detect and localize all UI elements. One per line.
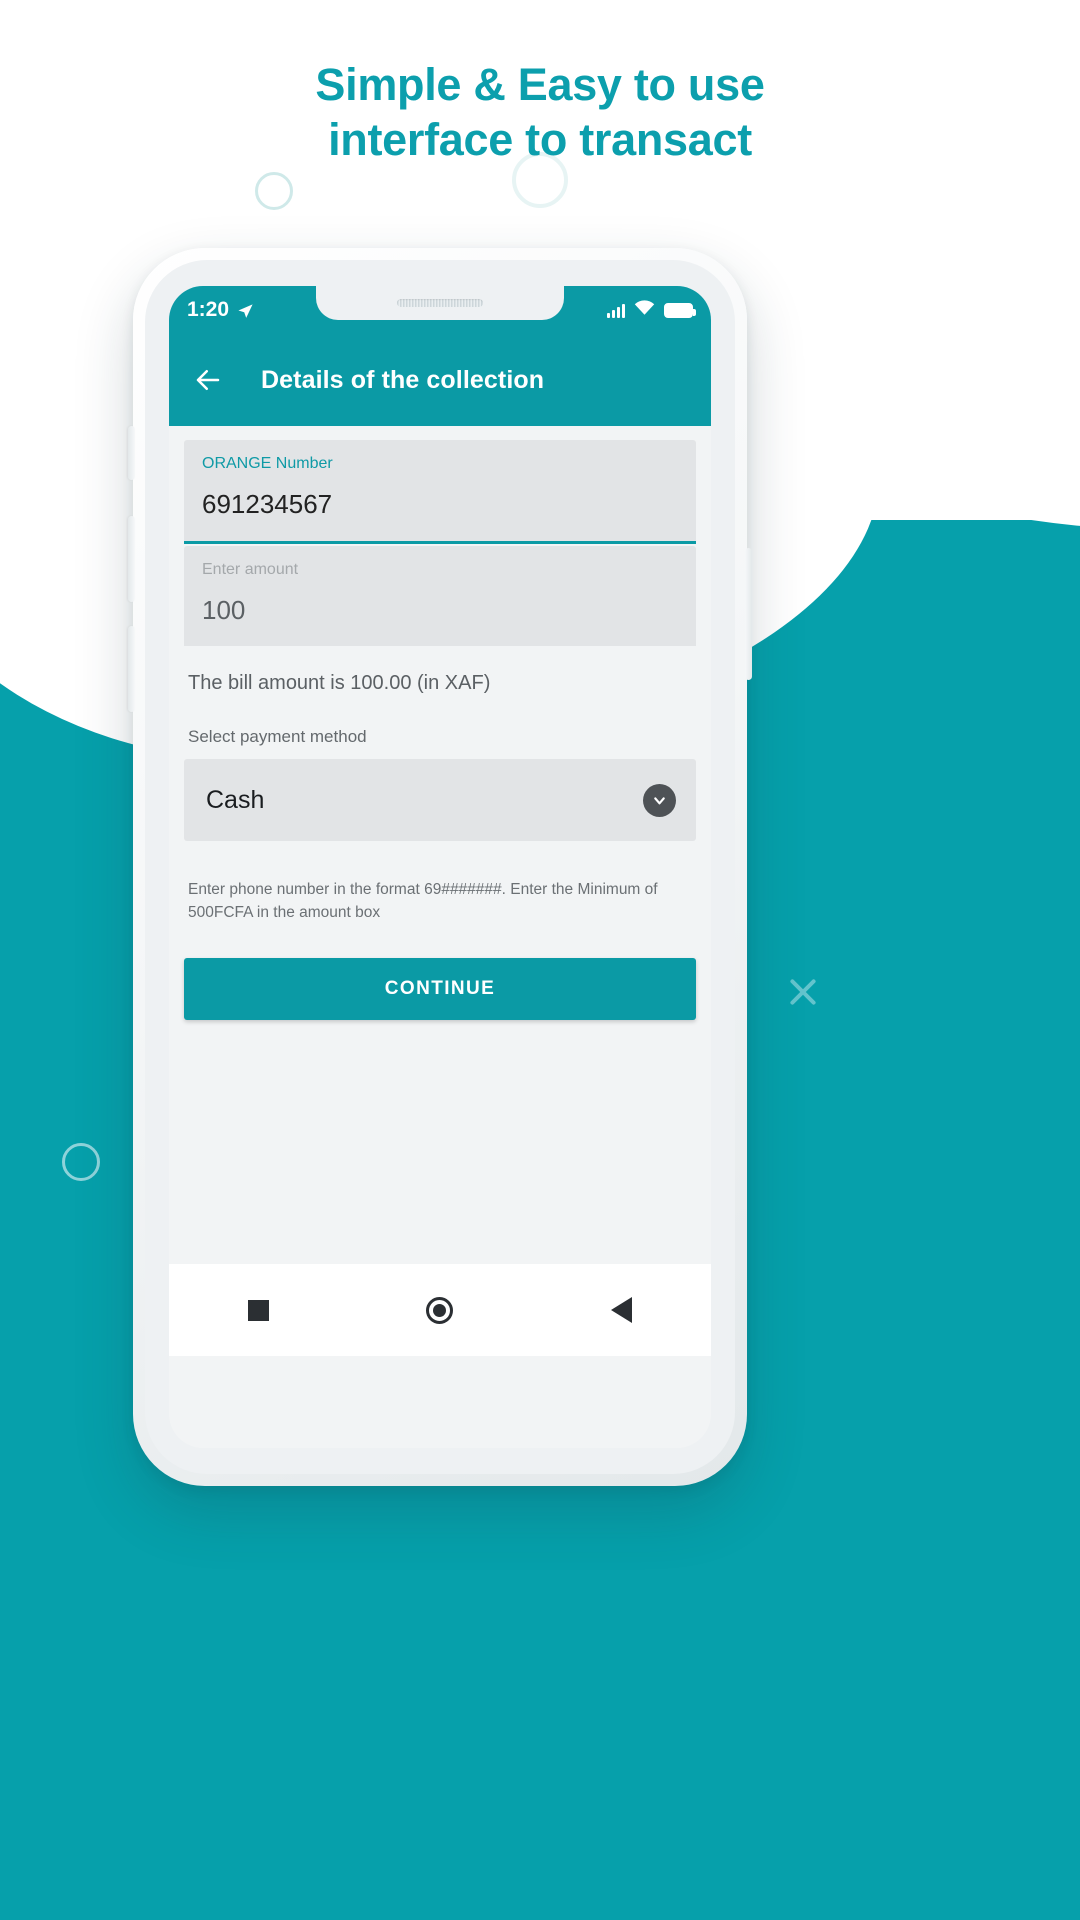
triangle-back-icon[interactable]: [611, 1297, 633, 1323]
phone-number-input[interactable]: 691234567: [202, 490, 678, 527]
app-bar-title: Details of the collection: [261, 365, 545, 394]
phone-number-field[interactable]: ORANGE Number 691234567: [184, 440, 696, 544]
android-nav-bar: [169, 1264, 711, 1356]
chevron-down-icon[interactable]: [643, 783, 676, 817]
page-title: Simple & Easy to use interface to transa…: [0, 58, 1080, 168]
payment-method-label: Select payment method: [188, 727, 367, 747]
headline-line-1: Simple & Easy to use: [315, 59, 765, 110]
battery-full-icon: [664, 302, 696, 318]
continue-button[interactable]: CONTINUE: [184, 958, 696, 1021]
amount-field[interactable]: Enter amount 100: [184, 545, 696, 647]
app-bar: Details of the collection: [169, 334, 711, 426]
status-bar-left: 1:20: [187, 298, 254, 322]
phone-number-label: ORANGE Number: [202, 455, 333, 472]
phone-volume-up-button: [128, 516, 135, 602]
status-bar-right: [607, 299, 696, 321]
circle-outline-icon: [62, 1143, 100, 1181]
form-hint-text: Enter phone number in the format 69#####…: [188, 881, 658, 921]
earpiece-speaker: [397, 299, 483, 307]
payment-method-value: Cash: [206, 785, 265, 814]
amount-input[interactable]: 100: [202, 595, 678, 633]
phone-mute-button: [128, 426, 135, 480]
promo-screenshot: Simple & Easy to use interface to transa…: [0, 0, 1080, 1920]
phone-power-button: [745, 548, 752, 680]
payment-method-select[interactable]: Cash: [184, 759, 696, 842]
back-arrow-icon[interactable]: [193, 365, 223, 395]
amount-label: Enter amount: [202, 560, 299, 578]
phone-volume-down-button: [128, 626, 135, 712]
circle-home-icon[interactable]: [426, 1296, 454, 1324]
square-recents-icon[interactable]: [247, 1299, 269, 1321]
wifi-icon: [634, 299, 655, 321]
app-content: ORANGE Number 691234567 Enter amount 100…: [169, 426, 711, 1356]
circle-outline-icon: [255, 172, 293, 210]
headline-line-2: interface to transact: [328, 113, 752, 165]
location-arrow-icon: [237, 302, 254, 319]
status-bar: 1:20: [169, 286, 711, 334]
close-x-icon: [786, 975, 820, 1009]
phone-notch: [316, 286, 564, 320]
signal-bars-icon: [607, 302, 625, 318]
bill-amount-note: The bill amount is 100.00 (in XAF): [188, 672, 491, 695]
phone-mockup: 1:20 Details of the collection ORANGE Nu…: [128, 248, 752, 1486]
phone-screen: 1:20 Details of the collection ORANGE Nu…: [169, 286, 711, 1448]
status-bar-time: 1:20: [187, 298, 230, 321]
